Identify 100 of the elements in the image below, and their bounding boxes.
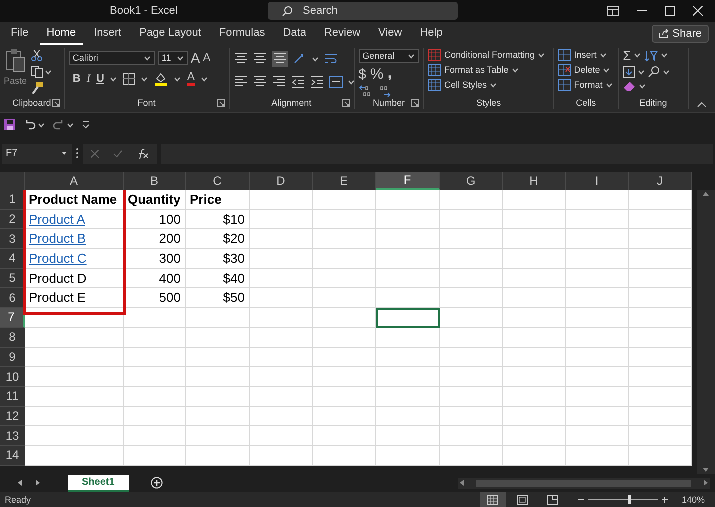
column-header[interactable]: A [25,172,124,190]
column-header[interactable]: J [629,172,692,190]
number-format-dropdown[interactable]: General [358,49,419,63]
italic-button[interactable]: I [86,73,91,85]
caret-icon[interactable] [110,76,118,82]
row-header[interactable]: 1 [0,190,25,210]
decrease-decimal-icon[interactable] [378,85,392,97]
caret-icon[interactable] [661,53,668,58]
wrap-text-icon[interactable] [324,52,338,66]
cells-command[interactable]: Format [558,79,614,91]
scroll-down-icon[interactable] [703,468,709,472]
collapse-ribbon-icon[interactable] [696,102,707,108]
maximize-icon[interactable] [665,6,675,16]
bold-button[interactable]: B [72,73,81,85]
caret-icon[interactable] [144,56,151,60]
caret-icon[interactable] [634,53,642,58]
column-header[interactable]: C [186,172,250,190]
align-center-icon[interactable] [252,75,267,89]
zoom-out-icon[interactable] [578,496,584,502]
scroll-right-icon[interactable] [704,480,708,486]
styles-command[interactable]: Format as Table [428,64,550,76]
merge-center-icon[interactable] [328,76,343,88]
row-header[interactable]: 14 [0,446,25,466]
ribbon-tab[interactable]: Page Layout [132,22,208,44]
caret-icon[interactable] [200,76,208,82]
find-icon[interactable] [648,66,660,78]
ribbon-tab[interactable]: Insert [87,22,129,44]
name-box[interactable]: F7 [2,144,72,164]
next-sheet-icon[interactable] [36,480,40,486]
row-header[interactable]: 7 [0,308,25,328]
row-header[interactable]: 4 [0,249,25,269]
vertical-scrollbar[interactable] [697,190,715,474]
cancel-icon[interactable] [91,150,99,158]
ribbon-tab[interactable]: View [372,22,410,44]
save-icon[interactable] [4,119,16,131]
format-painter-icon[interactable] [31,82,44,94]
row-header[interactable]: 9 [0,348,25,368]
caret-icon[interactable] [45,70,52,74]
row-header[interactable]: 6 [0,288,25,308]
ribbon-tab[interactable]: Formulas [212,22,272,44]
sheet-tab[interactable]: Sheet1 [68,474,129,492]
styles-command[interactable]: Conditional Formatting [428,49,550,61]
increase-indent-icon[interactable] [310,75,324,89]
align-bottom-icon[interactable] [272,52,287,66]
horizontal-scrollbar[interactable] [458,478,710,488]
caret-icon[interactable] [663,70,670,74]
more-options-icon[interactable] [76,148,79,159]
dialog-launcher-icon[interactable] [216,99,225,107]
font-size-dropdown[interactable]: 11 [158,51,188,65]
dialog-launcher-icon[interactable] [52,99,60,107]
dialog-launcher-icon[interactable] [411,99,420,107]
scroll-up-icon[interactable] [703,192,709,196]
row-header[interactable]: 12 [0,406,25,426]
column-header[interactable]: I [566,172,629,190]
column-header[interactable]: D [250,172,313,190]
search-field[interactable]: Search [268,2,458,20]
row-header[interactable]: 3 [0,229,25,250]
borders-icon[interactable] [123,73,136,85]
ribbon-display-icon[interactable] [607,6,619,16]
dialog-launcher-icon[interactable] [342,99,350,107]
redo-icon[interactable] [53,119,65,131]
hyperlink-cell[interactable]: Product B [25,229,124,250]
cells-command[interactable]: Delete [558,64,614,76]
ribbon-tab[interactable]: File [4,22,36,44]
shrink-font-button[interactable]: A [203,52,211,64]
caret-icon[interactable] [174,76,182,82]
scroll-left-icon[interactable] [460,480,464,486]
paste-icon[interactable] [4,48,26,74]
cut-icon[interactable] [31,50,44,62]
caret-icon[interactable] [312,56,319,62]
enter-icon[interactable] [113,150,123,158]
customize-toolbar-icon[interactable] [82,121,90,129]
currency-button[interactable]: $ [358,66,366,82]
undo-icon[interactable] [24,119,36,131]
add-sheet-icon[interactable] [150,477,163,489]
styles-command[interactable]: Cell Styles [428,79,550,91]
view-button[interactable] [480,492,506,507]
zoom-in-icon[interactable] [662,496,668,502]
ribbon-tab[interactable]: Data [276,22,314,44]
close-icon[interactable] [693,6,703,16]
row-header[interactable]: 10 [0,367,25,387]
decrease-indent-icon[interactable] [290,75,305,89]
font-color-button[interactable]: A [187,72,195,86]
caret-icon[interactable] [38,122,45,128]
sort-filter-icon[interactable] [644,50,658,62]
ribbon-tab[interactable]: Review [317,22,368,44]
eraser-icon[interactable] [623,81,636,92]
font-name-dropdown[interactable]: Calibri [68,51,155,65]
percent-button[interactable]: % [370,66,384,82]
comma-style-button[interactable]: , [388,65,392,83]
align-top-icon[interactable] [234,52,248,66]
paste-button[interactable]: Paste [4,76,28,86]
cells-command[interactable]: Insert [558,49,614,61]
caret-icon[interactable] [67,122,74,128]
hyperlink-cell[interactable]: Product A [25,210,124,230]
ribbon-tab[interactable]: Help [413,22,450,44]
caret-icon[interactable] [638,70,646,74]
column-header[interactable]: F [376,172,440,190]
insert-function-icon[interactable] [137,148,149,158]
caret-icon[interactable] [639,84,646,89]
